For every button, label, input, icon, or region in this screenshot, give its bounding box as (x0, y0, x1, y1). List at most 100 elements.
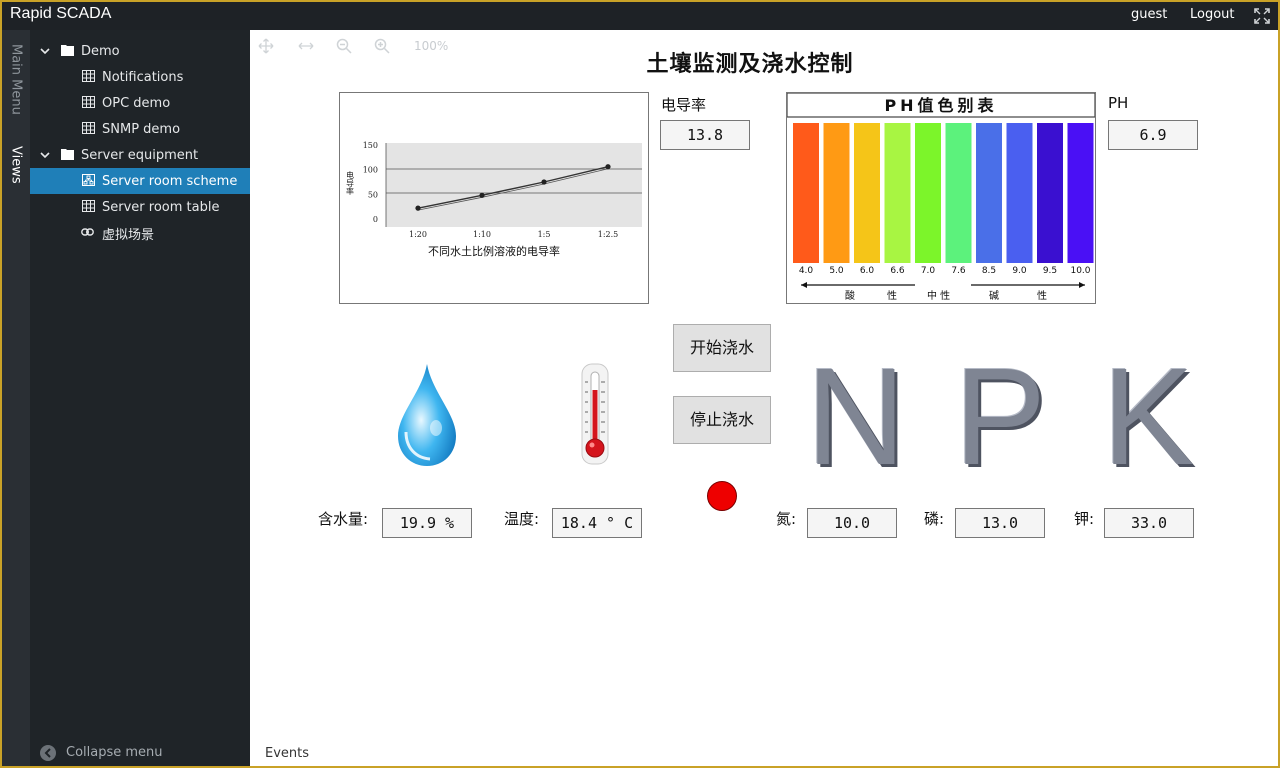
ph-legend-neutral: 中 性 (927, 289, 950, 302)
tree-item-label: 虚拟场景 (102, 227, 155, 243)
tree-item-server-equipment[interactable]: Server equipment (30, 142, 250, 168)
folder-icon (61, 45, 74, 56)
chart-ylabel: 电导率 (346, 170, 355, 196)
y-tick-label: 150 (363, 141, 378, 150)
data-point (541, 179, 547, 185)
ph-scale-label: 6.6 (890, 266, 905, 276)
collapse-menu-label: Collapse menu (66, 745, 163, 760)
ph-color-bar (945, 123, 972, 263)
ph-color-bar (884, 123, 911, 263)
ph-color-bar (976, 123, 1002, 263)
tab-main-menu[interactable]: Main Menu (2, 44, 30, 124)
phosphorus-label: 磷: (924, 510, 945, 528)
move-icon[interactable] (258, 38, 274, 54)
phosphorus-value: 13.0 (955, 508, 1045, 538)
scheme-icon (82, 174, 95, 186)
ph-label: PH (1108, 94, 1129, 112)
conductivity-chart-image: 电导率 150 100 50 0 1:20 1:10 1:5 1:2.5 不同水土比例溶液的… (339, 92, 649, 304)
x-tick-label: 1:2.5 (598, 230, 619, 239)
tab-views[interactable]: Views (2, 146, 30, 196)
ph-color-bar (793, 123, 819, 263)
tree-item-label: Demo (81, 43, 120, 59)
zoom-level: 100% (414, 39, 449, 53)
data-point (415, 205, 421, 211)
chevron-left-icon (40, 745, 56, 761)
x-tick-label: 1:20 (409, 230, 427, 239)
tree-item-virtual-scene[interactable]: 虚拟场景 (30, 220, 250, 246)
y-tick-label: 0 (373, 215, 378, 224)
app-window: Rapid SCADA guest Logout Main Menu Views… (0, 0, 1280, 768)
ph-color-bar (915, 123, 941, 263)
link-icon (81, 228, 94, 236)
chevron-down-icon[interactable] (40, 46, 50, 56)
ph-table-title: PH值色别表 (884, 96, 997, 115)
ph-legend-acid: 性 (887, 289, 897, 302)
scheme-view: 100% 土壤监测及浇水控制 电导率 150 100 50 0 1:20 1:10 1:5… (250, 30, 1278, 766)
folder-icon (61, 149, 74, 160)
events-link[interactable]: Events (265, 746, 309, 761)
nitrogen-value: 10.0 (807, 508, 897, 538)
tree-item-label: Server room table (102, 199, 220, 215)
zoom-out-icon[interactable] (336, 38, 352, 54)
tree-item-server-room-scheme[interactable]: Server room scheme (30, 168, 250, 194)
user-link[interactable]: guest (1131, 7, 1167, 22)
top-bar: Rapid SCADA guest Logout (2, 2, 1278, 30)
tree-item-demo[interactable]: Demo (30, 38, 250, 64)
data-point (479, 192, 485, 198)
thermometer-icon (581, 363, 609, 465)
phosphorus-letter: P (954, 340, 1047, 494)
table-icon (82, 200, 95, 212)
water-drop-icon (398, 364, 456, 466)
scheme-toolbar: 100% (258, 38, 498, 56)
data-point (605, 164, 611, 170)
y-tick-label: 100 (363, 166, 378, 175)
app-title: Rapid SCADA (10, 5, 112, 22)
tree-item-server-room-table[interactable]: Server room table (30, 194, 250, 220)
ph-legend-acid: 酸 (845, 289, 855, 302)
temperature-value: 18.4 ° C (552, 508, 642, 538)
conductivity-label: 电导率 (661, 96, 707, 114)
ph-color-bar (1006, 123, 1033, 263)
chart-caption: 不同水土比例溶液的电导率 (428, 244, 560, 258)
y-tick-label: 50 (368, 190, 378, 199)
chevron-down-icon[interactable] (40, 150, 50, 160)
zoom-in-icon[interactable] (374, 38, 390, 54)
nitrogen-label: 氮: (776, 510, 797, 528)
nitrogen-letter: N (806, 340, 906, 494)
table-icon (82, 122, 95, 134)
potassium-value: 33.0 (1104, 508, 1194, 538)
start-watering-button[interactable]: 开始浇水 (673, 324, 771, 372)
ph-scale-label: 10.0 (1070, 266, 1090, 276)
potassium-label: 钾: (1074, 510, 1095, 528)
ph-scale-label: 7.0 (921, 266, 936, 276)
collapse-menu-button[interactable]: Collapse menu (40, 744, 240, 764)
ph-legend-base: 碱 (989, 290, 999, 302)
logout-link[interactable]: Logout (1190, 7, 1235, 22)
tree-item-snmp-demo[interactable]: SNMP demo (30, 116, 250, 142)
tree-item-notifications[interactable]: Notifications (30, 64, 250, 90)
x-tick-label: 1:5 (538, 230, 551, 239)
scheme-title: 土壤监测及浇水控制 (646, 52, 854, 77)
tree-item-label: Server room scheme (102, 173, 238, 189)
ph-scale-label: 8.5 (982, 266, 996, 276)
potassium-letter: K (1102, 340, 1195, 494)
table-icon (82, 96, 95, 108)
tree-item-label: Notifications (102, 69, 184, 85)
ph-color-bar (1037, 123, 1063, 263)
status-indicator-icon (707, 481, 737, 511)
moisture-label: 含水量: (318, 510, 369, 528)
tree-item-label: Server equipment (81, 147, 199, 163)
tree-item-opc-demo[interactable]: OPC demo (30, 90, 250, 116)
ph-color-bar (854, 123, 880, 263)
fit-width-icon[interactable] (298, 38, 314, 54)
tree-item-label: OPC demo (102, 95, 171, 111)
ph-color-bar (823, 123, 850, 263)
ph-scale-label: 7.6 (951, 266, 966, 276)
ph-scale-label: 6.0 (860, 266, 875, 276)
fullscreen-icon[interactable] (1254, 8, 1270, 24)
stop-watering-button[interactable]: 停止浇水 (673, 396, 771, 444)
ph-scale-label: 9.5 (1043, 266, 1057, 276)
ph-color-bar (1067, 123, 1094, 263)
vertical-tab-strip: Main Menu Views (2, 30, 30, 766)
views-tree: Demo Notifications OPC demo SNMP demo Se… (30, 30, 250, 766)
